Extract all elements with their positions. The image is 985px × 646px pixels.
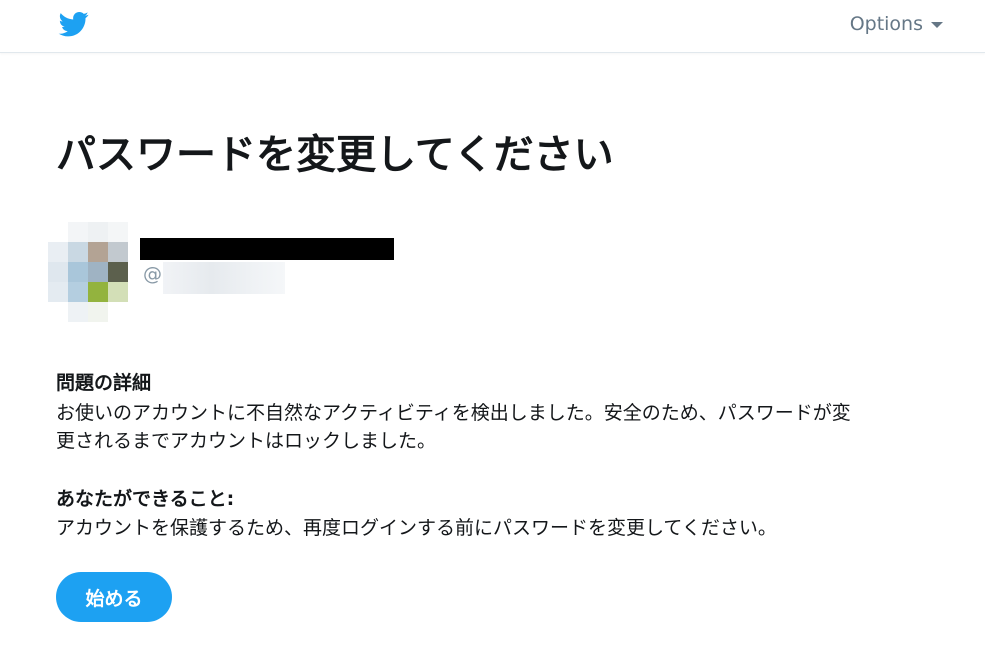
options-menu-button[interactable]: Options [850, 13, 943, 35]
details-body-line-1: お使いのアカウントに不自然なアクティビティを検出しました。安全のため、パスワード… [56, 402, 851, 424]
actions-body: アカウントを保護するため、再度ログインする前にパスワードを変更してください。 [56, 517, 777, 539]
details-heading: 問題の詳細 [56, 372, 152, 394]
avatar [48, 222, 132, 322]
chevron-down-icon [931, 22, 943, 28]
handle-blurred [163, 262, 285, 294]
handle-at-sign: @ [143, 263, 162, 285]
display-name-redacted [140, 238, 394, 260]
details-body-line-2: 更されるまでアカウントはロックしました。 [56, 430, 437, 452]
account-handle: @ [143, 263, 162, 285]
options-label: Options [849, 13, 923, 35]
twitter-bird-icon[interactable] [56, 9, 92, 39]
start-button[interactable]: 始める [56, 572, 172, 622]
actions-heading: あなたができること: [56, 488, 235, 510]
page-title: パスワードを変更してください [56, 132, 614, 178]
top-navigation-bar: Options [0, 0, 985, 53]
details-body: お使いのアカウントに不自然なアクティビティを検出しました。安全のため、パスワード… [56, 399, 851, 455]
